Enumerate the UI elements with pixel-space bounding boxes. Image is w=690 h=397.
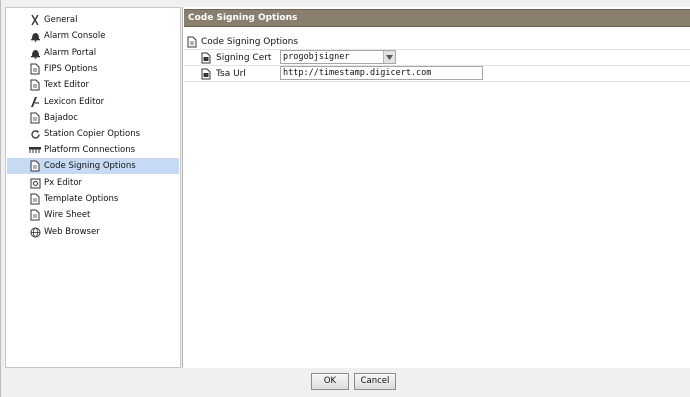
- property-row: Tsa Url: [200, 66, 246, 81]
- sidebar-item-px-editor[interactable]: Px Editor: [7, 175, 179, 191]
- section-label: Code Signing Options: [201, 36, 299, 47]
- globe-icon: [29, 226, 41, 238]
- sidebar-item-fips-options[interactable]: FIPS Options: [7, 61, 179, 77]
- document-icon: [29, 209, 41, 221]
- general-icon: [29, 14, 41, 26]
- sidebar-item-lexicon-editor[interactable]: Lexicon Editor: [7, 94, 179, 110]
- document-icon: [186, 36, 198, 48]
- property-label: Signing Cert: [216, 52, 272, 63]
- sidebar-item-code-signing-options[interactable]: Code Signing Options: [7, 158, 179, 174]
- document-icon: [29, 79, 41, 91]
- sidebar-item-bajadoc[interactable]: Bajadoc: [7, 110, 179, 126]
- connector-icon: [29, 144, 41, 156]
- options-sidebar: General Alarm Console Alarm Portal FIPS …: [5, 7, 181, 368]
- sidebar-item-label: Alarm Console: [44, 31, 106, 41]
- options-dialog: General Alarm Console Alarm Portal FIPS …: [0, 0, 690, 397]
- sidebar-item-label: Template Options: [44, 194, 119, 204]
- property-icon: [200, 68, 212, 80]
- cancel-button[interactable]: Cancel: [354, 373, 396, 390]
- divider: [184, 81, 690, 82]
- ok-button[interactable]: OK: [311, 373, 349, 390]
- lexicon-icon: [29, 96, 41, 108]
- section-header[interactable]: Code Signing Options: [184, 34, 298, 49]
- sidebar-item-template-options[interactable]: Template Options: [7, 191, 179, 207]
- property-icon: [200, 52, 212, 64]
- property-label: Tsa Url: [216, 68, 246, 79]
- sidebar-item-label: FIPS Options: [44, 64, 98, 74]
- sidebar-item-general[interactable]: General: [7, 12, 179, 28]
- sidebar-item-label: General: [44, 15, 78, 25]
- sidebar-item-label: Platform Connections: [44, 145, 136, 155]
- document-icon: [29, 63, 41, 75]
- sidebar-item-platform-connections[interactable]: Platform Connections: [7, 142, 179, 158]
- document-icon: [29, 193, 41, 205]
- sidebar-item-wire-sheet[interactable]: Wire Sheet: [7, 207, 179, 223]
- sidebar-item-web-browser[interactable]: Web Browser: [7, 224, 179, 240]
- signing-cert-value: progobjsigner: [283, 52, 350, 62]
- property-row: Signing Cert: [200, 50, 271, 65]
- chevron-down-icon[interactable]: [383, 51, 395, 63]
- bell-icon: [29, 47, 41, 59]
- sidebar-item-label: Web Browser: [44, 227, 100, 237]
- refresh-icon: [29, 128, 41, 140]
- sidebar-item-label: Bajadoc: [44, 113, 78, 123]
- sidebar-item-label: Text Editor: [44, 80, 90, 90]
- sidebar-item-label: Px Editor: [44, 178, 83, 188]
- sidebar-item-label: Lexicon Editor: [44, 97, 105, 107]
- sidebar-item-label: Wire Sheet: [44, 210, 91, 220]
- sidebar-item-label: Alarm Portal: [44, 48, 97, 58]
- bell-icon: [29, 30, 41, 42]
- sidebar-item-alarm-console[interactable]: Alarm Console: [7, 28, 179, 44]
- options-panel: Code Signing Options Code Signing Option…: [182, 7, 690, 368]
- tsa-url-field[interactable]: http://timestamp.digicert.com: [280, 66, 483, 80]
- sidebar-item-label: Code Signing Options: [44, 161, 136, 171]
- document-icon: [29, 160, 41, 172]
- sidebar-item-station-copier-options[interactable]: Station Copier Options: [7, 126, 179, 142]
- document-icon: [29, 112, 41, 124]
- signing-cert-select[interactable]: progobjsigner: [280, 50, 396, 64]
- sidebar-item-label: Station Copier Options: [44, 129, 141, 139]
- px-icon: [29, 177, 41, 189]
- page-title: Code Signing Options: [184, 9, 690, 27]
- sidebar-item-text-editor[interactable]: Text Editor: [7, 77, 179, 93]
- sidebar-item-alarm-portal[interactable]: Alarm Portal: [7, 45, 179, 61]
